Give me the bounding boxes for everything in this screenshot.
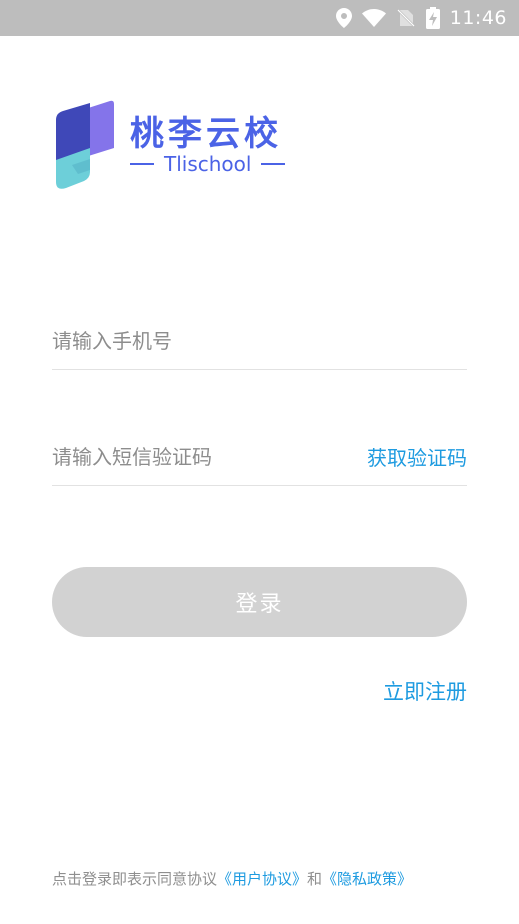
status-time: 11:46 (449, 7, 507, 29)
sms-code-input[interactable] (52, 444, 367, 469)
status-bar: 11:46 (0, 0, 519, 36)
login-button[interactable]: 登录 (52, 567, 467, 637)
app-name: 桃李云校 (130, 114, 282, 154)
privacy-policy-link[interactable]: 《隐私政策》 (322, 870, 412, 888)
sms-code-field: 获取验证码 (52, 428, 467, 486)
get-code-button[interactable]: 获取验证码 (367, 442, 467, 471)
register-link[interactable]: 立即注册 (383, 676, 467, 706)
agreement-text: 点击登录即表示同意协议《用户协议》和《隐私政策》 (52, 868, 482, 889)
app-logo: 桃李云校 Tlischool (54, 100, 294, 190)
battery-charging-icon (425, 7, 440, 29)
phone-field (52, 312, 467, 370)
agreement-and: 和 (307, 870, 323, 888)
user-agreement-link[interactable]: 《用户协议》 (217, 870, 307, 888)
location-icon (335, 8, 352, 28)
login-screen: 11:46 桃李云校 Tlischool 获取验证码 登录 立即注册 点击登录即… (0, 0, 519, 924)
app-logo-icon (56, 100, 114, 189)
app-subtitle: Tlischool (130, 152, 286, 176)
subtitle-dash-left (130, 163, 154, 165)
app-subtitle-text: Tlischool (164, 152, 252, 176)
no-sim-icon (396, 8, 416, 28)
phone-input[interactable] (52, 328, 467, 353)
agreement-prefix: 点击登录即表示同意协议 (52, 870, 218, 888)
wifi-icon (361, 9, 386, 27)
subtitle-dash-right (261, 163, 286, 165)
